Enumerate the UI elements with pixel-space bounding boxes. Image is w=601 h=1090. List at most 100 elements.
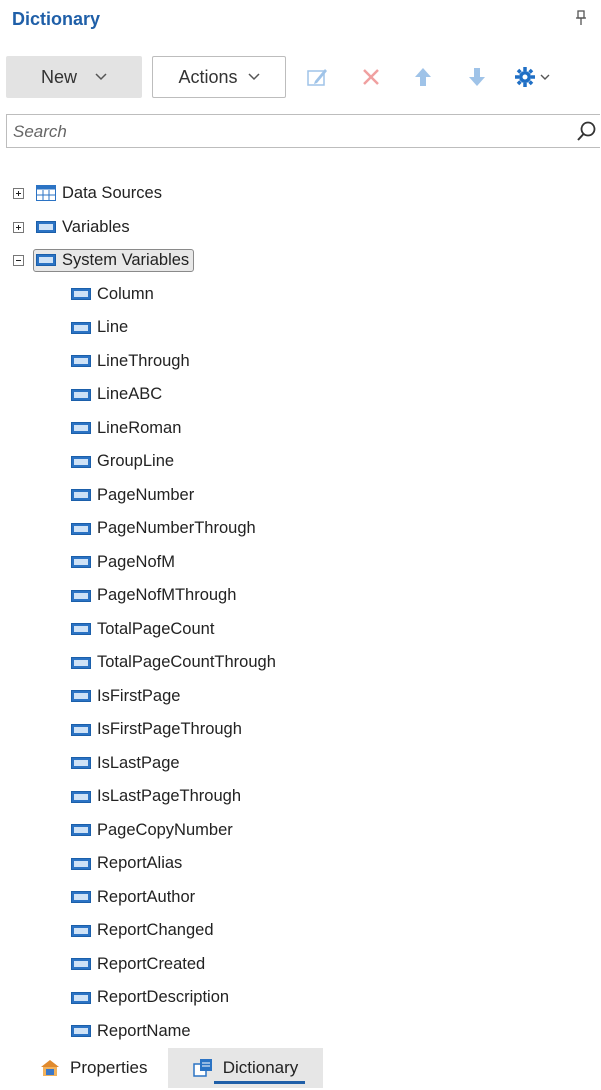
tree-node-variables[interactable]: Variables <box>13 212 130 242</box>
search-box <box>6 114 600 148</box>
bottom-tabs: Properties Dictionary <box>0 1048 601 1090</box>
system-variable-icon <box>36 254 56 266</box>
tree-node-label: ReportDescription <box>97 988 230 1006</box>
tree-node-label: IsLastPageThrough <box>97 787 242 805</box>
system-variable-icon <box>71 355 91 367</box>
panel-header: Dictionary <box>12 6 591 34</box>
tree-node-system-variable[interactable]: ReportAlias <box>71 849 182 879</box>
system-variable-icon <box>71 422 91 434</box>
system-variable-icon <box>71 891 91 903</box>
tree-node-label: ReportChanged <box>97 921 214 939</box>
tree-node-label: Column <box>97 284 154 303</box>
system-variable-icon <box>71 556 91 568</box>
tree-node-label: LineABC <box>97 385 163 403</box>
system-variable-icon <box>71 589 91 602</box>
move-up-icon[interactable] <box>410 64 436 90</box>
tree-node-system-variable[interactable]: ReportAuthor <box>71 882 195 912</box>
system-variable-icon <box>71 757 91 769</box>
tree-node-system-variable[interactable]: IsFirstPageThrough <box>71 715 242 745</box>
tree-node-system-variable[interactable]: PageNofM <box>71 547 175 577</box>
tree-node-label: ReportName <box>97 1021 191 1040</box>
tree-node-system-variable[interactable]: PageNofMThrough <box>71 581 236 611</box>
system-variable-icon <box>71 489 91 501</box>
tab-properties[interactable]: Properties <box>40 1048 147 1088</box>
tree-node-system-variable[interactable]: TotalPageCount <box>71 614 214 644</box>
tree-node-system-variables[interactable]: System Variables <box>13 245 195 275</box>
tree-node-label: System Variables <box>62 250 190 269</box>
expand-icon[interactable] <box>13 221 24 233</box>
system-variable-icon <box>71 321 91 334</box>
collapse-icon[interactable] <box>13 254 24 266</box>
selected-node[interactable]: System Variables <box>33 248 195 272</box>
tree-node-system-variable[interactable]: LineThrough <box>71 346 190 376</box>
new-button[interactable]: New <box>6 56 142 98</box>
tree-node-system-variable[interactable]: ReportCreated <box>71 949 205 979</box>
system-variable-icon <box>71 958 91 970</box>
tree-node-label: PageNofMThrough <box>97 586 237 604</box>
search-icon[interactable] <box>576 120 598 147</box>
tree-node-label: ReportCreated <box>97 954 206 973</box>
system-variable-icon <box>71 723 91 736</box>
system-variable-icon <box>71 522 91 535</box>
toolbar: New Actions <box>6 56 596 100</box>
tree-node-label: GroupLine <box>97 452 175 470</box>
tree-node-system-variable[interactable]: PageCopyNumber <box>71 815 233 845</box>
tree-node-system-variable[interactable]: Line <box>71 313 128 343</box>
tree-node-label: TotalPageCountThrough <box>97 653 276 671</box>
tree-node-label: LineRoman <box>97 418 182 437</box>
system-variable-icon <box>71 656 91 669</box>
edit-icon[interactable] <box>304 64 330 90</box>
tree-node-system-variable[interactable]: IsLastPage <box>71 748 180 778</box>
tree-node-label: PageCopyNumber <box>97 820 233 839</box>
system-variable-icon <box>71 790 91 803</box>
tree-node-label: ReportAuthor <box>97 887 196 906</box>
system-variable-icon <box>71 824 91 836</box>
tree-node-system-variable[interactable]: ReportDescription <box>71 983 229 1013</box>
system-variable-icon <box>71 288 91 300</box>
properties-icon <box>41 1060 59 1076</box>
expand-icon[interactable] <box>13 187 24 199</box>
system-variable-icon <box>71 388 91 401</box>
tab-dictionary[interactable]: Dictionary <box>168 1048 323 1088</box>
dictionary-icon <box>192 1059 212 1077</box>
system-variable-icon <box>71 455 91 468</box>
actions-button[interactable]: Actions <box>152 56 286 98</box>
system-variable-icon <box>71 690 91 702</box>
tree-node-system-variable[interactable]: PageNumber <box>71 480 194 510</box>
tree-node-label: PageNumberThrough <box>97 519 256 537</box>
tree-node-system-variable[interactable]: GroupLine <box>71 447 174 477</box>
tree-node-data-sources[interactable]: Data Sources <box>13 178 162 208</box>
pin-icon[interactable] <box>575 10 587 29</box>
tree-node-label: PageNofM <box>97 552 175 571</box>
tree-node-label: Line <box>97 318 129 336</box>
delete-icon[interactable] <box>358 64 384 90</box>
actions-button-label: Actions <box>178 66 238 87</box>
tree-node-label: LineThrough <box>97 351 190 370</box>
settings-icon[interactable] <box>514 64 560 90</box>
tree-node-system-variable[interactable]: Column <box>71 279 154 309</box>
system-variable-icon <box>71 991 91 1004</box>
tab-dictionary-label: Dictionary <box>222 1058 299 1077</box>
tree-node-system-variable[interactable]: TotalPageCountThrough <box>71 648 276 678</box>
tree-node-system-variable[interactable]: ReportName <box>71 1016 191 1046</box>
tree-node-system-variable[interactable]: PageNumberThrough <box>71 514 256 544</box>
tree-node-system-variable[interactable]: IsLastPageThrough <box>71 782 241 812</box>
tree-node-system-variable[interactable]: IsFirstPage <box>71 681 180 711</box>
tree-node-label: IsLastPage <box>97 753 180 772</box>
move-down-icon[interactable] <box>464 64 490 90</box>
tree-node-label: PageNumber <box>97 485 195 504</box>
active-tab-indicator <box>214 1081 305 1084</box>
tree-node-label: IsFirstPage <box>97 686 181 705</box>
system-variable-icon <box>71 1025 91 1037</box>
tree-node-system-variable[interactable]: LineABC <box>71 380 162 410</box>
tree-node-system-variable[interactable]: ReportChanged <box>71 916 214 946</box>
tree-node-label: ReportAlias <box>97 854 183 872</box>
tree-node-label: IsFirstPageThrough <box>97 720 242 738</box>
system-variable-icon <box>71 924 91 937</box>
search-input[interactable] <box>11 116 555 148</box>
variable-icon <box>36 221 56 233</box>
tree-node-label: TotalPageCount <box>97 619 215 638</box>
tree-node-label: Data Sources <box>62 183 162 202</box>
system-variable-icon <box>71 623 91 635</box>
tree-node-system-variable[interactable]: LineRoman <box>71 413 181 443</box>
